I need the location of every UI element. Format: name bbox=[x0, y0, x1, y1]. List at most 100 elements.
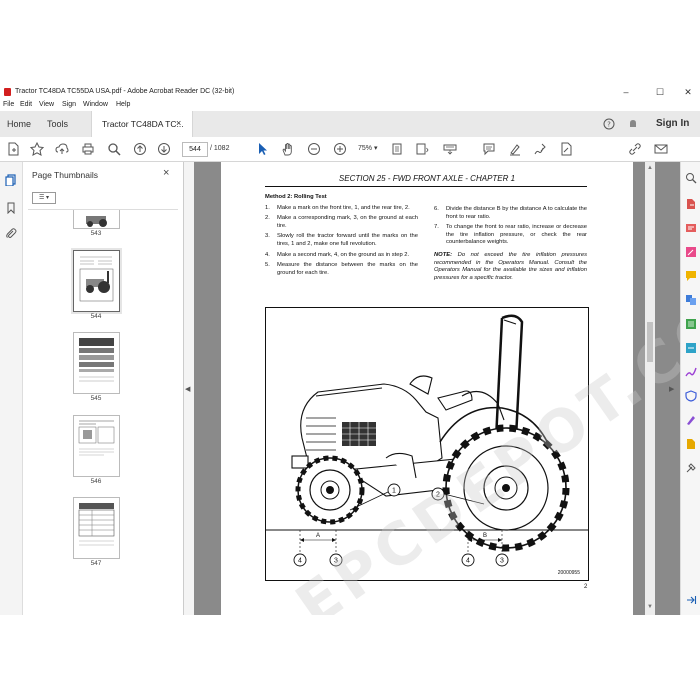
fill-sign-icon[interactable] bbox=[533, 142, 547, 156]
menu-help[interactable]: Help bbox=[116, 101, 130, 108]
next-page-icon[interactable] bbox=[157, 142, 171, 156]
acrobat-window: Tractor TC48DA TC55DA USA.pdf - Adobe Ac… bbox=[0, 85, 700, 615]
comment-icon[interactable] bbox=[482, 142, 496, 156]
help-icon[interactable]: ? bbox=[603, 118, 615, 130]
edit-pdf-icon[interactable] bbox=[559, 142, 573, 156]
menu-view[interactable]: View bbox=[39, 101, 54, 108]
marker-4-rear: 4 bbox=[466, 558, 470, 565]
menu-edit[interactable]: Edit bbox=[20, 101, 32, 108]
tab-document-label: Tractor TC48DA TC... bbox=[102, 119, 184, 129]
document-viewport[interactable]: SECTION 25 - FWD FRONT AXLE - CHAPTER 1 … bbox=[194, 162, 700, 615]
title-bar: Tractor TC48DA TC55DA USA.pdf - Adobe Ac… bbox=[0, 85, 700, 99]
close-window-button[interactable]: ✕ bbox=[676, 86, 700, 98]
collapse-panel-icon[interactable]: ◀ bbox=[185, 385, 190, 393]
pdf-page: SECTION 25 - FWD FRONT AXLE - CHAPTER 1 … bbox=[221, 162, 700, 615]
protect-shield-icon[interactable] bbox=[685, 390, 697, 402]
page-thumbnails-icon[interactable] bbox=[5, 174, 17, 186]
scan-ocr-icon[interactable] bbox=[685, 342, 697, 354]
left-navigation-rail bbox=[0, 162, 23, 615]
bookmark-star-icon[interactable] bbox=[30, 142, 44, 156]
document-scrollbar-thumb[interactable] bbox=[647, 322, 653, 362]
combine-files-icon[interactable] bbox=[685, 294, 697, 306]
bookmarks-icon[interactable] bbox=[5, 202, 17, 214]
cloud-upload-icon[interactable] bbox=[55, 142, 69, 156]
zoom-out-icon[interactable] bbox=[307, 142, 321, 156]
scroll-mode-icon[interactable] bbox=[415, 142, 429, 156]
thumbnail-page-544[interactable] bbox=[73, 250, 120, 312]
tab-bar: Home Tools Tractor TC48DA TC... × ? Sign… bbox=[0, 111, 700, 138]
page-number-input[interactable]: 544 bbox=[182, 142, 208, 157]
bell-icon[interactable] bbox=[627, 118, 639, 130]
left-column: Method 2: Rolling Test 1. Make a mark on … bbox=[265, 194, 418, 280]
dimension-b-label: B bbox=[483, 533, 487, 539]
mail-icon[interactable] bbox=[654, 142, 668, 156]
thumbnail-page-547[interactable] bbox=[73, 497, 120, 559]
panel-title: Page Thumbnails bbox=[32, 170, 98, 180]
comment-tool-icon[interactable] bbox=[685, 270, 697, 282]
method-title: Method 2: Rolling Test bbox=[265, 194, 327, 200]
acrobat-app-icon bbox=[4, 88, 11, 96]
right-tools-pane bbox=[680, 162, 700, 615]
menu-file[interactable]: File bbox=[3, 101, 14, 108]
step-item: 4. Make a second mark, 4, on the ground a… bbox=[265, 251, 410, 258]
menu-bar: File Edit View Sign Window Help bbox=[0, 99, 700, 111]
send-for-review-icon[interactable] bbox=[685, 438, 697, 450]
zoom-level: 75% bbox=[358, 145, 373, 152]
share-link-icon[interactable] bbox=[628, 142, 642, 156]
collapse-tools-pane-icon[interactable] bbox=[685, 594, 697, 606]
scroll-down-icon[interactable]: ▼ bbox=[647, 604, 653, 610]
step-item: 5. Measure the distance between the marks… bbox=[265, 262, 418, 276]
highlight-pen-icon[interactable] bbox=[508, 142, 522, 156]
thumbnail-page-546[interactable] bbox=[73, 415, 120, 477]
menu-window[interactable]: Window bbox=[83, 101, 108, 108]
thumbnail-page-543[interactable] bbox=[73, 210, 120, 229]
zoom-tool-icon[interactable] bbox=[685, 172, 697, 184]
thumbnail-label: 546 bbox=[90, 478, 102, 485]
page-fit-icon[interactable] bbox=[390, 142, 404, 156]
print-icon[interactable] bbox=[81, 142, 95, 156]
thumbnail-label: 547 bbox=[90, 560, 102, 567]
tab-document[interactable]: Tractor TC48DA TC... × bbox=[91, 111, 193, 137]
note-paragraph: NOTE: Do not exceed the tire inflation p… bbox=[434, 251, 587, 281]
request-signature-icon[interactable] bbox=[685, 414, 697, 426]
sign-in-button[interactable]: Sign In bbox=[656, 118, 689, 129]
document-scrollbar[interactable]: ▲ ▼ bbox=[645, 162, 655, 615]
callout-1: 1 bbox=[392, 488, 396, 495]
page-total: / 1082 bbox=[210, 145, 230, 152]
marker-4-front: 4 bbox=[298, 558, 302, 565]
zoom-level-dropdown[interactable]: 75% ▾ bbox=[358, 142, 377, 156]
organize-pages-icon[interactable] bbox=[685, 318, 697, 330]
scroll-up-icon[interactable]: ▲ bbox=[647, 165, 653, 171]
tab-tools[interactable]: Tools bbox=[47, 119, 68, 129]
step-item: 7. To change the front to rear ratio, inc… bbox=[434, 224, 587, 246]
section-header: SECTION 25 - FWD FRONT AXLE - CHAPTER 1 bbox=[338, 174, 516, 183]
create-pdf-tool-icon[interactable] bbox=[685, 222, 697, 234]
edit-pdf-tool-icon[interactable] bbox=[685, 246, 697, 258]
search-icon[interactable] bbox=[107, 142, 121, 156]
zoom-in-icon[interactable] bbox=[333, 142, 347, 156]
step-item: 2. Make a corresponding mark, 3, on the g… bbox=[265, 215, 418, 229]
close-tab-icon[interactable]: × bbox=[176, 118, 181, 128]
svg-text:?: ? bbox=[607, 121, 611, 129]
thumbnail-options-button[interactable]: ☰ ▾ bbox=[32, 192, 56, 204]
minimize-button[interactable]: – bbox=[614, 86, 638, 98]
keyboard-icon[interactable] bbox=[443, 142, 457, 156]
step-item: 1. Make a mark on the front tire, 1, and … bbox=[265, 204, 410, 211]
thumbnail-label: 545 bbox=[90, 395, 102, 402]
more-tools-icon[interactable] bbox=[685, 462, 697, 474]
attachments-icon[interactable] bbox=[5, 228, 17, 240]
previous-page-icon[interactable] bbox=[133, 142, 147, 156]
menu-sign[interactable]: Sign bbox=[62, 101, 76, 108]
thumbnail-page-545[interactable] bbox=[73, 332, 120, 394]
create-pdf-icon[interactable] bbox=[6, 142, 20, 156]
export-pdf-icon[interactable] bbox=[685, 198, 697, 210]
close-panel-icon[interactable]: × bbox=[163, 167, 169, 179]
fill-sign-tool-icon[interactable] bbox=[685, 366, 697, 378]
expand-tools-icon[interactable]: ▶ bbox=[669, 385, 674, 393]
header-rule bbox=[265, 186, 587, 187]
maximize-button[interactable]: ☐ bbox=[648, 86, 672, 98]
right-column: 6. Divide the distance B by the distance … bbox=[434, 206, 587, 282]
hand-tool-icon[interactable] bbox=[281, 142, 295, 156]
tab-home[interactable]: Home bbox=[7, 119, 31, 129]
select-cursor-icon[interactable] bbox=[256, 142, 270, 156]
